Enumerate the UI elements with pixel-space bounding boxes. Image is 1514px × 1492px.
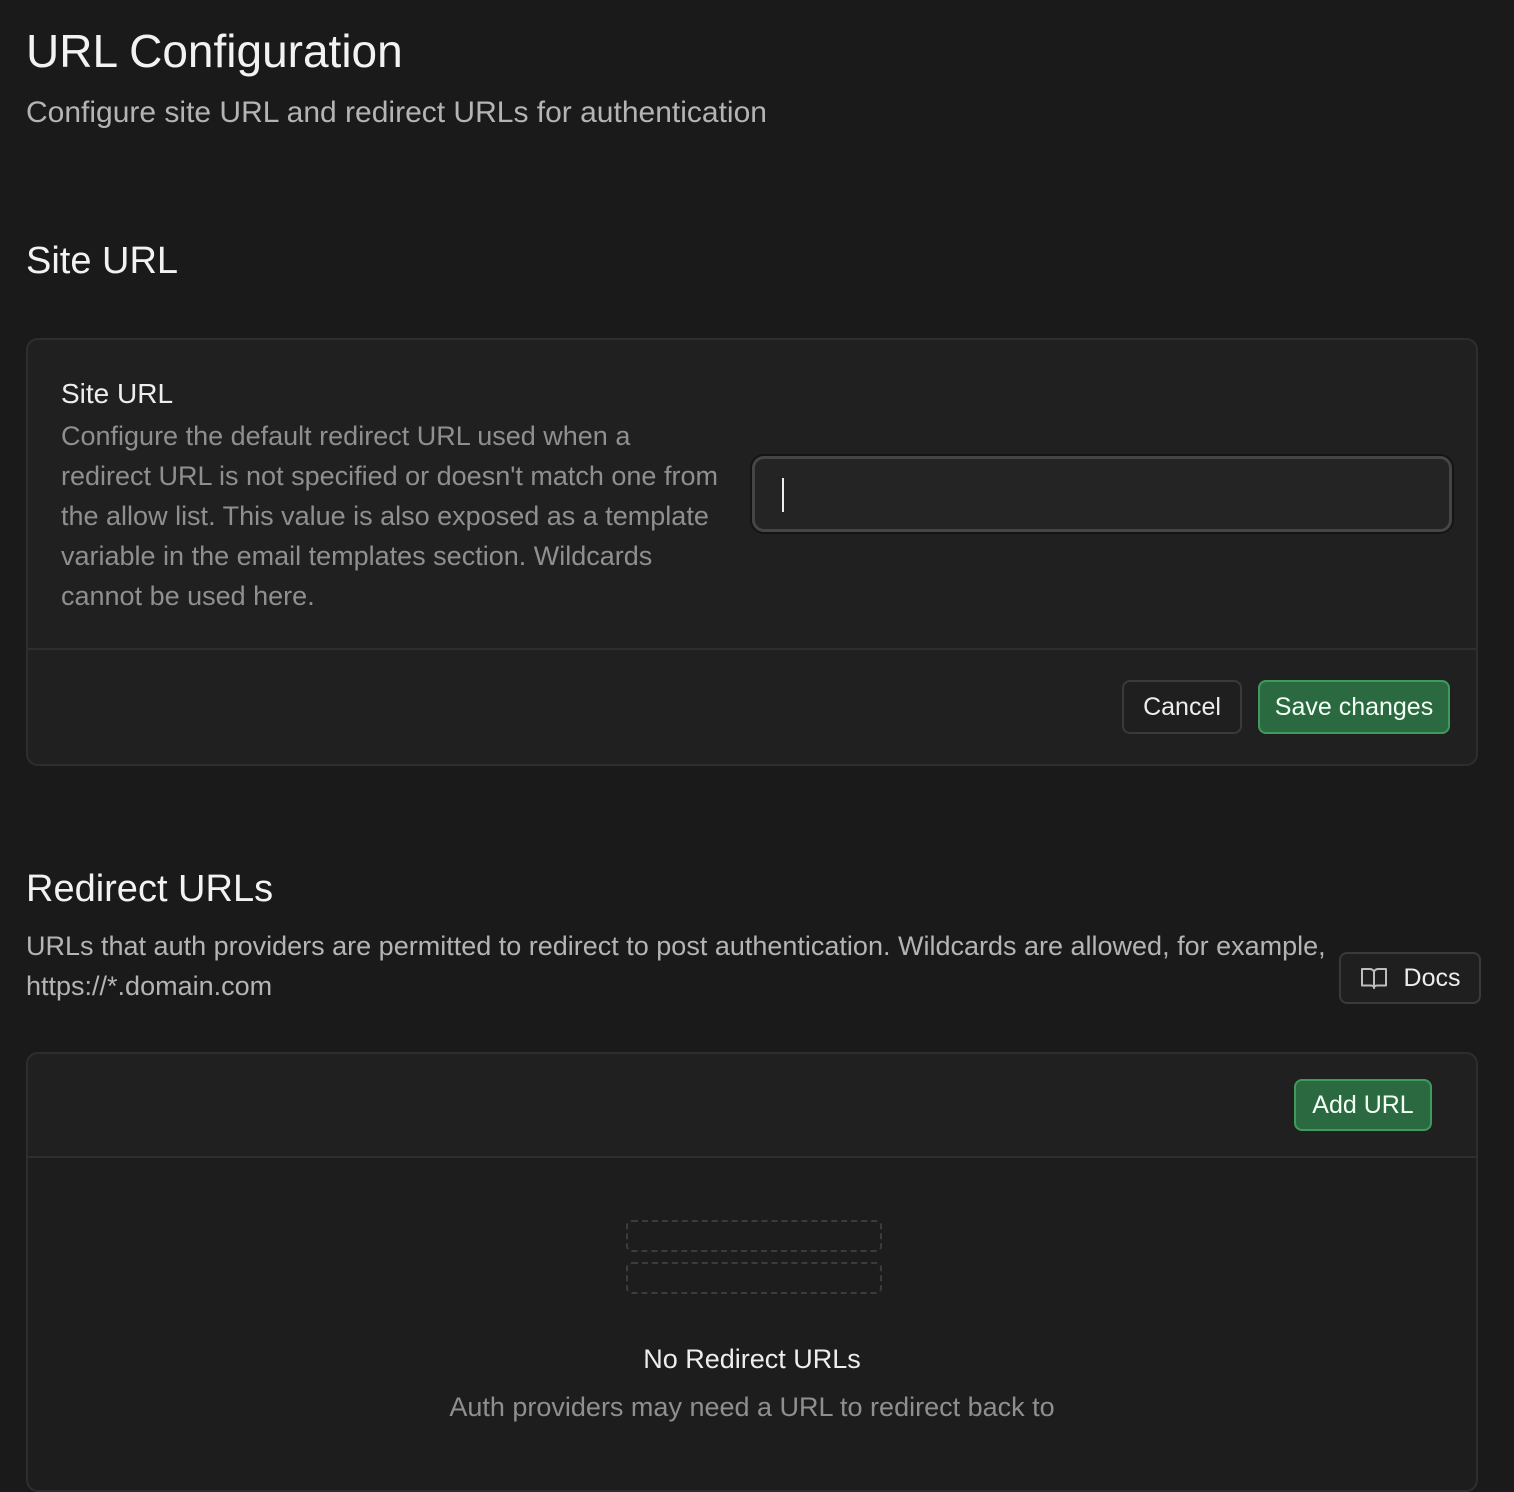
page-title: URL Configuration (26, 25, 403, 77)
redirect-urls-toolbar: Add URL (28, 1054, 1476, 1158)
docs-button[interactable]: Docs (1339, 952, 1481, 1004)
empty-placeholder-bar (626, 1220, 882, 1252)
site-url-field-description: Configure the default redirect URL used … (61, 421, 718, 611)
site-url-input[interactable] (752, 456, 1452, 532)
cancel-button[interactable]: Cancel (1122, 680, 1242, 734)
text-caret (782, 478, 784, 512)
empty-state-illustration (626, 1220, 882, 1304)
empty-state-title: No Redirect URLs (643, 1344, 861, 1374)
redirect-urls-description: URLs that auth providers are permitted t… (26, 931, 1326, 1001)
site-url-field-label: Site URL (61, 378, 174, 409)
save-changes-button[interactable]: Save changes (1258, 680, 1450, 734)
page-subtitle: Configure site URL and redirect URLs for… (26, 96, 767, 129)
redirect-urls-section-title: Redirect URLs (26, 868, 274, 910)
add-url-button[interactable]: Add URL (1294, 1079, 1432, 1131)
site-url-card: Site URL Configure the default redirect … (26, 338, 1478, 766)
site-url-section-title: Site URL (26, 240, 179, 282)
redirect-urls-card: Add URL No Redirect URLs Auth providers … (26, 1052, 1478, 1492)
empty-placeholder-bar (626, 1262, 882, 1294)
site-url-field-row: Site URL Configure the default redirect … (28, 340, 1476, 650)
empty-state-description: Auth providers may need a URL to redirec… (449, 1392, 1055, 1422)
docs-button-label: Docs (1403, 963, 1461, 992)
book-open-icon (1360, 965, 1388, 991)
